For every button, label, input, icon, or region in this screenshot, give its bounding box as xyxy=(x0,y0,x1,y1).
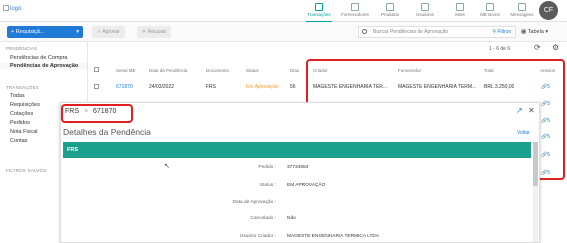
nav-mensagens[interactable]: Mensagens xyxy=(505,0,539,22)
row-date: 24/03/2022 xyxy=(149,84,175,90)
filters-button[interactable]: ⚲ Filtros xyxy=(492,27,511,37)
section-pendencias: PENDÊNCIAS xyxy=(6,46,38,51)
detail-panel: FRS > 671870 ↗ ✕ Detalhes da Pendência V… xyxy=(60,102,540,243)
search-input[interactable]: Buscar Pendências de Aprovação ⚲ Filtros xyxy=(358,26,516,38)
nav-mais[interactable]: Mais xyxy=(443,0,477,22)
nav-transacoes[interactable]: Transações xyxy=(302,0,336,22)
field-label-pedido: Pedido : xyxy=(258,165,276,170)
logo[interactable]: logo xyxy=(3,5,21,12)
field-label-data-aprovacao: Data de Aprovação : xyxy=(232,200,276,205)
field-label-status: Status : xyxy=(259,183,276,188)
page-title: Detalhes da Pendência xyxy=(63,127,151,137)
products-icon xyxy=(386,3,394,11)
nav-me-boost[interactable]: ME Boost xyxy=(473,0,507,22)
more-icon xyxy=(456,3,464,11)
select-all-checkbox[interactable] xyxy=(94,67,99,72)
row-document: FRS xyxy=(206,84,216,90)
transactions-icon xyxy=(315,3,323,11)
messages-icon xyxy=(518,3,526,11)
col-document[interactable]: Documento xyxy=(206,68,229,73)
field-value-status: EM APROVAÇÃO xyxy=(287,183,326,188)
toolbar: + Requisiçã... ▾ ✓ Aprovar ✕ Recusar Busc… xyxy=(0,22,567,42)
search-icon xyxy=(362,29,367,34)
result-count: 1 - 6 de 6 xyxy=(489,46,511,52)
field-label-cancelado: Cancelado : xyxy=(250,216,276,221)
table-icon: ▦ xyxy=(521,29,527,35)
refresh-icon[interactable]: ⟳ xyxy=(534,43,541,52)
field-value-cancelado: Não xyxy=(287,216,296,221)
nav-produtos[interactable]: Produtos xyxy=(373,0,407,22)
col-serial[interactable]: Serial ME xyxy=(116,68,136,73)
status-badge: Em Aprovação xyxy=(246,84,279,90)
new-requisition-button[interactable]: + Requisiçã... ▾ xyxy=(7,26,83,38)
approve-button[interactable]: ✓ Aprovar xyxy=(92,26,125,38)
close-icon[interactable]: ✕ xyxy=(528,106,535,115)
chevron-down-icon: ▾ xyxy=(76,29,79,35)
open-external-icon[interactable]: ↗ xyxy=(516,106,523,115)
col-days[interactable]: Dias xyxy=(290,68,299,73)
col-date[interactable]: Data da Pendência xyxy=(149,68,187,73)
scrollbar[interactable] xyxy=(533,142,538,242)
col-status[interactable]: Status xyxy=(246,68,259,73)
field-value-usuario-criador: MAGESTE ENGENHARIA TERMICA LTDA xyxy=(287,234,380,239)
row-days: 56 xyxy=(290,84,296,90)
field-value-pedido: 37734653 xyxy=(287,165,309,170)
field-label-usuario-criador: Usuário Criador : xyxy=(239,234,276,239)
reject-button[interactable]: ✕ Recusar xyxy=(137,26,172,38)
view-selector[interactable]: ▦ Tabela ▾ xyxy=(521,26,548,38)
nav-usuarios[interactable]: Usuários xyxy=(408,0,442,22)
suppliers-icon xyxy=(351,3,359,11)
me-boost-icon xyxy=(486,3,494,11)
sidebar-item-todas[interactable]: Todas xyxy=(0,93,87,99)
nav-fornecedores[interactable]: Fornecedores xyxy=(338,0,372,22)
scrollbar-thumb[interactable] xyxy=(533,142,538,186)
back-link[interactable]: Voltar xyxy=(517,130,530,136)
section-header: FRS xyxy=(63,142,531,158)
sidebar-item-pendencias-aprovacao[interactable]: Pendências de Aprovação xyxy=(0,63,87,69)
section-transacoes: TRANSAÇÕES xyxy=(6,85,40,90)
users-icon xyxy=(421,3,429,11)
breadcrumb-highlight-box xyxy=(61,104,133,123)
sidebar-item-pendencias-compra[interactable]: Pendências de Compra xyxy=(0,55,87,61)
row-serial-link[interactable]: 671870 xyxy=(116,84,133,90)
top-bar: logo Transações Fornecedores Produtos Us… xyxy=(0,0,567,22)
row-checkbox[interactable] xyxy=(94,84,99,89)
avatar[interactable]: CF xyxy=(539,1,558,20)
broken-image-icon xyxy=(3,5,9,11)
settings-icon[interactable]: ⚙ xyxy=(552,43,559,52)
